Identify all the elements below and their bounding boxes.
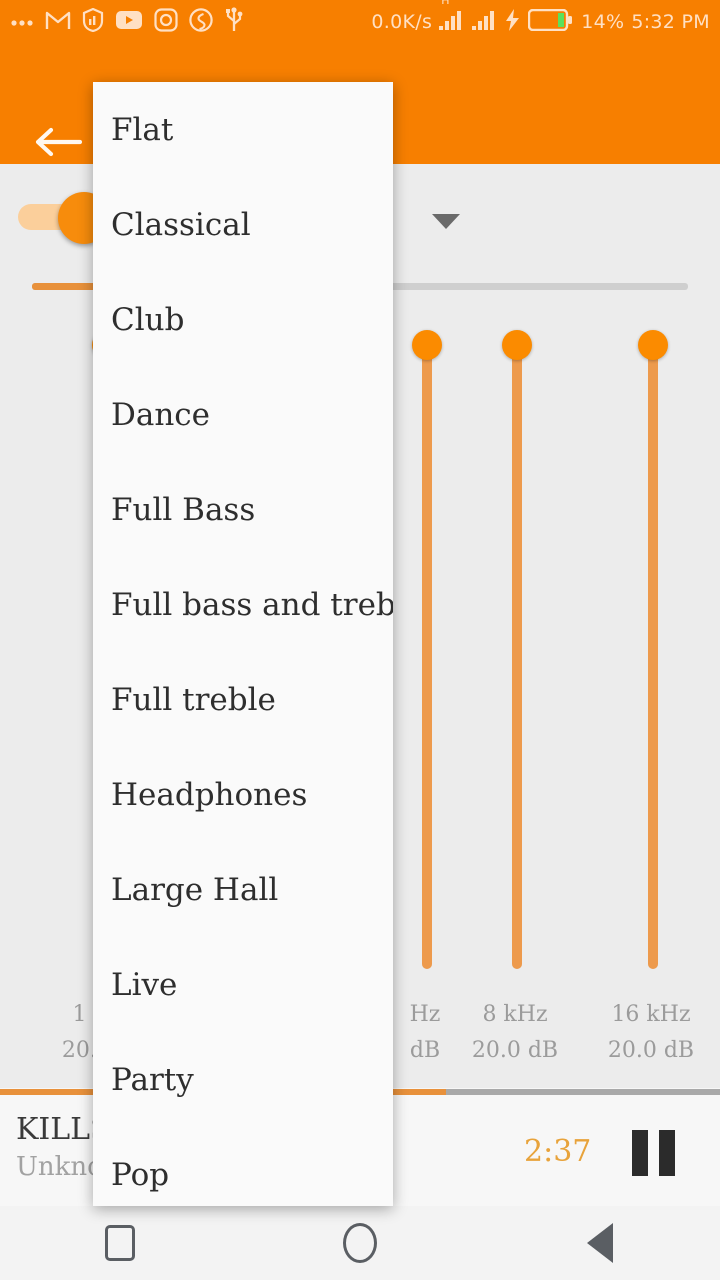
preset-menu-item[interactable]: Club	[93, 272, 393, 367]
shield-icon	[82, 7, 104, 36]
battery-icon	[527, 8, 574, 35]
preset-menu-item-label: Live	[111, 966, 178, 1003]
preset-menu-item-label: Pop	[111, 1156, 170, 1193]
eq-band-thumb[interactable]	[412, 330, 442, 360]
status-bar: 0.0K/s H 14% 5:32 PM	[0, 0, 720, 44]
preset-menu-item[interactable]: Classical	[93, 177, 393, 272]
preset-menu-item[interactable]: Party	[93, 1032, 393, 1127]
preset-menu-item-label: Headphones	[111, 776, 308, 813]
signal-bars-1-icon: H	[439, 0, 465, 34]
preset-menu-item[interactable]: Headphones	[93, 747, 393, 842]
song-time-label: 2:37	[524, 1134, 592, 1169]
status-bar-left-icons	[10, 7, 244, 37]
preset-menu-item[interactable]: Full treble	[93, 652, 393, 747]
back-arrow-icon[interactable]	[30, 122, 86, 162]
eq-band-thumb[interactable]	[638, 330, 668, 360]
charging-bolt-icon	[505, 9, 521, 35]
preset-menu-item-label: Dance	[111, 396, 211, 433]
preset-menu-item[interactable]: Full Bass	[93, 462, 393, 557]
preset-dropdown-menu[interactable]: Flat Classical Club Dance Full Bass Full bass…	[93, 82, 393, 1206]
eq-band-fill	[422, 345, 432, 969]
pause-bar-right	[659, 1130, 675, 1176]
preset-menu-item[interactable]: Live	[93, 937, 393, 1032]
preset-menu-item-label: Large Hall	[111, 871, 279, 908]
eq-band-gain-label: 20.0 dB	[607, 1038, 695, 1063]
preset-menu-item-label: Flat	[111, 111, 174, 148]
preset-menu-item[interactable]: Dance	[93, 367, 393, 462]
status-bar-right-icons: 0.0K/s H 14% 5:32 PM	[371, 0, 710, 35]
eq-band[interactable]: Hz dB	[380, 164, 470, 1088]
preset-menu-item[interactable]: Large Hall	[93, 842, 393, 937]
signal-bars-2-icon	[472, 10, 498, 34]
eq-band-gain-label: dB	[409, 1038, 441, 1063]
preset-menu-item-label: Club	[111, 301, 185, 338]
preset-menu-item[interactable]: Flat	[93, 82, 393, 177]
youtube-icon	[115, 10, 143, 34]
battery-percent-label: 14%	[581, 11, 625, 33]
preset-menu-item-label: Classical	[111, 206, 251, 243]
clock-label: 5:32 PM	[631, 11, 710, 33]
eq-band-frequency-label: Hz	[409, 1002, 441, 1027]
preset-menu-item[interactable]: Full bass and treble	[93, 557, 393, 652]
network-speed-label: 0.0K/s	[371, 11, 433, 33]
eq-band-thumb[interactable]	[502, 330, 532, 360]
more-dots-icon	[10, 13, 34, 32]
instagram-icon	[154, 8, 178, 36]
preset-menu-item-label: Party	[111, 1061, 194, 1098]
recents-square-icon[interactable]	[0, 1225, 240, 1261]
music-app-icon	[189, 8, 213, 36]
preset-menu-item[interactable]: Pop	[93, 1127, 393, 1206]
eq-band-fill	[512, 345, 522, 969]
eq-band-frequency-label: 8 kHz	[482, 1002, 548, 1027]
home-circle-icon[interactable]	[240, 1223, 480, 1263]
eq-band[interactable]: 8 kHz 20.0 dB	[470, 164, 560, 1088]
usb-icon	[224, 7, 244, 37]
gmail-icon	[45, 9, 71, 35]
eq-band-fill	[648, 345, 658, 969]
eq-band[interactable]: 16 kHz 20.0 dB	[606, 164, 696, 1088]
android-nav-bar	[0, 1206, 720, 1280]
back-triangle-icon[interactable]	[480, 1223, 720, 1263]
eq-band-gain-label: 20.0 dB	[471, 1038, 559, 1063]
preset-menu-item-label: Full bass and treble	[111, 586, 393, 623]
eq-band-frequency-label: 16 kHz	[611, 1002, 691, 1027]
preset-menu-item-label: Full Bass	[111, 491, 256, 528]
preset-menu-item-label: Full treble	[111, 681, 276, 718]
signal-type-label: H	[441, 0, 450, 7]
pause-bar-left	[632, 1130, 648, 1176]
pause-icon[interactable]	[632, 1130, 684, 1176]
